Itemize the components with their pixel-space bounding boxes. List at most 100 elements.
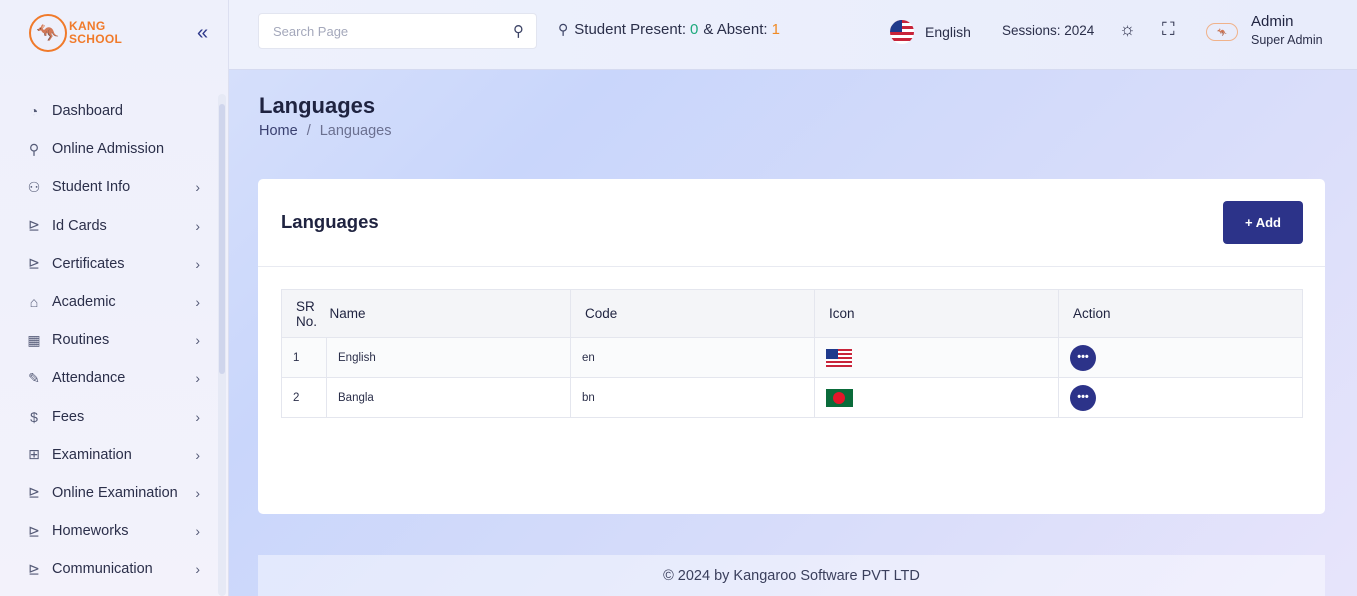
user-icon: ⚲ bbox=[558, 21, 569, 37]
us-flag-icon bbox=[826, 348, 852, 367]
admin-name: Admin bbox=[1251, 13, 1294, 30]
sun-icon[interactable]: ☼ bbox=[1119, 19, 1136, 40]
cell-code: en bbox=[570, 337, 815, 378]
cell-icon bbox=[814, 377, 1059, 418]
search-input[interactable] bbox=[273, 23, 503, 39]
sidebar-item-label: Communication bbox=[52, 561, 153, 578]
cell-name: Bangla bbox=[326, 377, 571, 418]
chevron-right-icon: › bbox=[195, 179, 200, 196]
search-icon[interactable]: ⚲ bbox=[513, 22, 524, 40]
users-icon: ⚇ bbox=[27, 178, 41, 195]
user-icon: ⚲ bbox=[28, 140, 40, 157]
breadcrumb: Home / Languages bbox=[259, 123, 391, 139]
double-chevron-left-icon[interactable]: « bbox=[197, 22, 208, 45]
chevron-right-icon: › bbox=[195, 217, 200, 234]
card-title: Languages bbox=[281, 211, 379, 232]
kangaroo-logo-icon: 🦘 bbox=[29, 14, 67, 52]
bangladesh-flag-icon bbox=[826, 388, 853, 407]
sidebar-item-routines[interactable]: ▦ Routines › bbox=[0, 321, 216, 359]
sidebar-item-dashboard[interactable]: ◔ Dashboard bbox=[0, 92, 216, 130]
graduation-cap-icon: ⌂ bbox=[29, 294, 39, 311]
cell-action: ••• bbox=[1058, 337, 1303, 378]
row-action-button[interactable]: ••• bbox=[1070, 344, 1096, 371]
language-label: English bbox=[925, 24, 971, 40]
sidebar-item-label: Routines bbox=[52, 332, 110, 349]
sidebar-item-certificates[interactable]: ⊵ Certificates › bbox=[0, 245, 216, 283]
sidebar-item-label: Student Info bbox=[52, 179, 131, 196]
cell-action: ••• bbox=[1058, 377, 1303, 418]
chevron-right-icon: › bbox=[195, 370, 200, 387]
top-header: ⚲ ⚲ Student Present: 0 & Absent: 1 Engli… bbox=[229, 0, 1357, 70]
chevron-right-icon: › bbox=[195, 332, 200, 349]
chart-icon: ⊵ bbox=[28, 522, 40, 539]
chart-icon: ⊵ bbox=[28, 560, 40, 577]
cell-icon bbox=[814, 337, 1059, 378]
sidebar-item-id-cards[interactable]: ⊵ Id Cards › bbox=[0, 207, 216, 245]
money-hand-icon: $ bbox=[30, 408, 38, 425]
cell-sr: 1 bbox=[281, 337, 327, 378]
chevron-right-icon: › bbox=[195, 446, 200, 463]
pen-icon: ✎ bbox=[28, 369, 40, 386]
languages-table: SR No. Name Code Icon Action 1 English e… bbox=[281, 289, 1303, 418]
logo-text: KANG SCHOOL bbox=[69, 20, 122, 46]
cell-code: bn bbox=[570, 377, 815, 418]
language-selector[interactable]: English bbox=[890, 20, 971, 44]
sidebar-item-label: Certificates bbox=[52, 255, 125, 272]
search-box: ⚲ bbox=[258, 13, 537, 49]
breadcrumb-current: Languages bbox=[319, 123, 392, 139]
cell-name: English bbox=[326, 337, 571, 378]
sidebar-item-label: Homeworks bbox=[52, 523, 129, 540]
student-presence: ⚲ Student Present: 0 & Absent: 1 bbox=[558, 21, 780, 38]
fullscreen-icon[interactable]: ⛶ bbox=[1162, 19, 1175, 40]
card-header: Languages + Add bbox=[258, 179, 1325, 267]
sidebar-item-homeworks[interactable]: ⊵ Homeworks › bbox=[0, 512, 216, 550]
sidebar-item-label: Online Examination bbox=[52, 484, 178, 501]
column-header-action: Action bbox=[1058, 289, 1303, 338]
sidebar-item-label: Id Cards bbox=[52, 217, 107, 234]
school-logo[interactable]: 🦘 KANG SCHOOL bbox=[29, 14, 122, 52]
chevron-right-icon: › bbox=[195, 523, 200, 540]
logo-line-2: SCHOOL bbox=[69, 32, 123, 46]
chevron-right-icon: › bbox=[195, 561, 200, 578]
gift-icon: ⊞ bbox=[28, 446, 40, 463]
sidebar-item-online-admission[interactable]: ⚲ Online Admission bbox=[0, 130, 216, 168]
sidebar-item-communication[interactable]: ⊵ Communication › bbox=[0, 550, 216, 588]
column-header-code: Code bbox=[570, 289, 815, 338]
sidebar-scroll-thumb[interactable] bbox=[219, 104, 225, 374]
sidebar-item-academic[interactable]: ⌂ Academic › bbox=[0, 283, 216, 321]
sidebar-item-examination[interactable]: ⊞ Examination › bbox=[0, 436, 216, 474]
calendar-icon: ▦ bbox=[27, 331, 41, 348]
row-action-button[interactable]: ••• bbox=[1070, 384, 1096, 411]
column-header-icon: Icon bbox=[814, 289, 1059, 338]
admin-role: Super Admin bbox=[1251, 33, 1323, 47]
footer: © 2024 by Kangaroo Software PVT LTD bbox=[258, 555, 1325, 596]
page-title: Languages bbox=[259, 93, 376, 118]
footer-text: © 2024 by Kangaroo Software PVT LTD bbox=[663, 567, 920, 584]
present-count: 0 bbox=[690, 21, 699, 38]
cell-sr: 2 bbox=[281, 377, 327, 418]
sidebar-item-online-examination[interactable]: ⊵ Online Examination › bbox=[0, 474, 216, 512]
presence-joiner: & Absent: bbox=[703, 21, 768, 38]
column-header-sr: SR No. bbox=[281, 289, 327, 338]
sidebar-item-fees[interactable]: $ Fees › bbox=[0, 398, 216, 436]
chevron-right-icon: › bbox=[195, 294, 200, 311]
sidebar-item-attendance[interactable]: ✎ Attendance › bbox=[0, 359, 216, 397]
chart-icon: ⊵ bbox=[28, 217, 40, 234]
sessions-label[interactable]: Sessions: 2024 bbox=[1002, 23, 1094, 38]
sidebar-nav: ◔ Dashboard ⚲ Online Admission ⚇ Student… bbox=[0, 92, 216, 588]
breadcrumb-home[interactable]: Home bbox=[259, 123, 298, 139]
absent-count: 1 bbox=[771, 21, 780, 38]
sidebar-item-label: Dashboard bbox=[52, 103, 123, 120]
sidebar-item-label: Online Admission bbox=[52, 141, 165, 158]
table-header-row: SR No. Name Code Icon Action bbox=[281, 289, 1303, 338]
chevron-right-icon: › bbox=[195, 408, 200, 425]
us-flag-icon bbox=[890, 20, 914, 44]
sidebar-item-student-info[interactable]: ⚇ Student Info › bbox=[0, 168, 216, 206]
admin-profile[interactable]: Admin Super Admin bbox=[1251, 13, 1323, 47]
gauge-icon: ◔ bbox=[29, 103, 39, 120]
breadcrumb-separator: / bbox=[306, 123, 311, 139]
table-row: 2 Bangla bn ••• bbox=[281, 377, 1303, 418]
languages-card: Languages + Add SR No. Name Code Icon Ac… bbox=[258, 179, 1325, 514]
avatar[interactable]: 🦘 bbox=[1206, 23, 1238, 41]
add-language-button[interactable]: + Add bbox=[1223, 201, 1303, 244]
